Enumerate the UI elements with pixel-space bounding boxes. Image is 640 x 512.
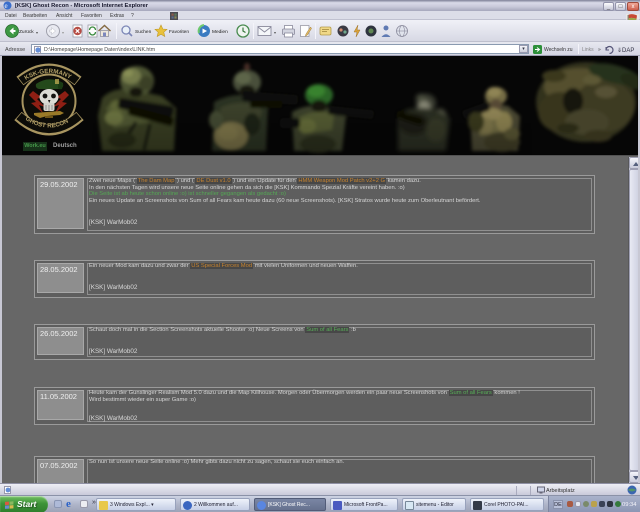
svg-text:e: e <box>5 2 8 10</box>
